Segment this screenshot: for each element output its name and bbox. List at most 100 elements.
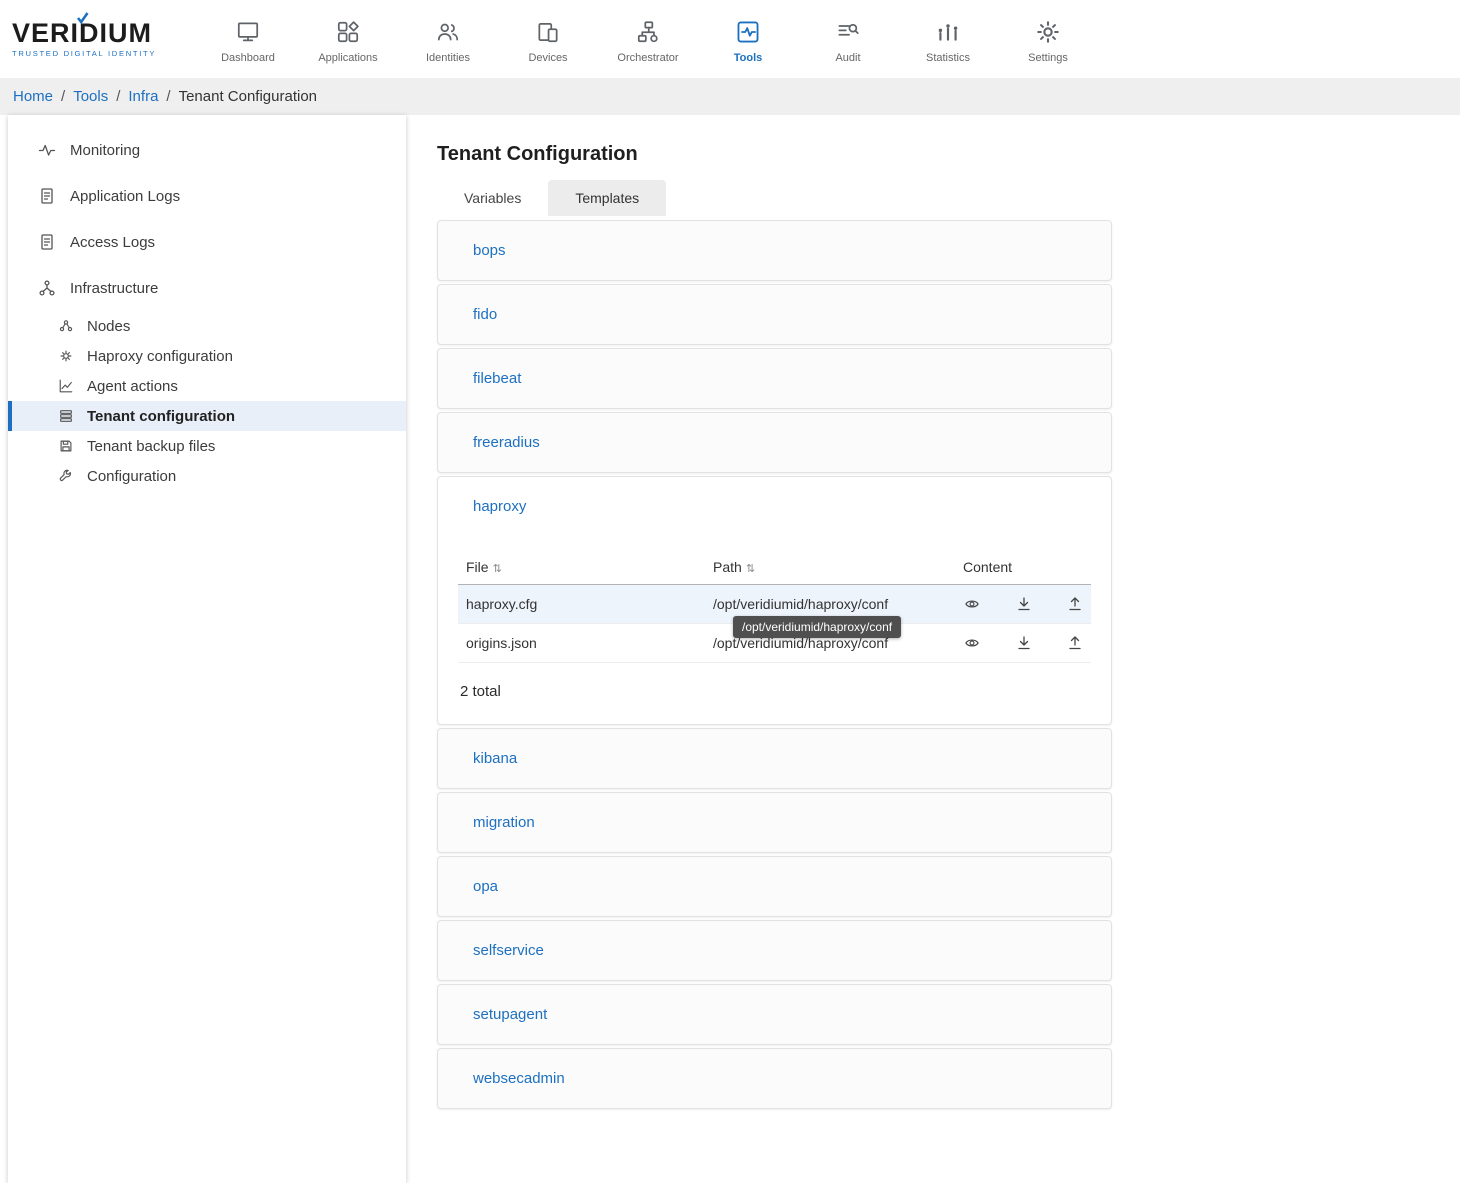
nav-item-statistics[interactable]: Statistics [898,15,998,64]
applications-icon [335,19,361,45]
sidebar-item-label: Tenant backup files [87,438,215,455]
accordion-header-haproxy[interactable]: haproxy [438,477,1111,536]
main-content: Tenant Configuration Variables Templates… [437,115,1460,1183]
download-icon[interactable] [1016,635,1032,651]
upload-icon[interactable] [1067,635,1083,651]
nav-item-applications[interactable]: Applications [298,15,398,64]
table-header-row: File ⇅ Path ⇅ Content [458,550,1091,585]
veridium-logo[interactable]: VERIDIUM TRUSTED DIGITAL IDENTITY [12,20,190,58]
accordion-header-setupagent[interactable]: setupagent [438,985,1111,1044]
nav-item-label: Settings [1028,52,1068,64]
sidebar-item-monitoring[interactable]: Monitoring [8,127,406,173]
haproxy-files-table: File ⇅ Path ⇅ Content [458,550,1091,663]
accordion-header-freeradius[interactable]: freeradius [438,413,1111,472]
templates-accordion: bops fido filebeat freeradius haproxy [437,220,1112,1109]
access-logs-icon [38,233,56,251]
accordion-panel-haproxy: haproxy File ⇅ Path ⇅ [437,476,1112,725]
nav-item-dashboard[interactable]: Dashboard [198,15,298,64]
accordion-panel-fido: fido [437,284,1112,345]
orchestrator-icon [635,19,661,45]
brand-name: VERIDIUM [12,20,190,47]
devices-icon [535,19,561,45]
sidebar-item-tenant-backup-files[interactable]: Tenant backup files [8,431,406,461]
breadcrumb: Home / Tools / Infra / Tenant Configurat… [0,78,1460,115]
upload-icon[interactable] [1067,596,1083,612]
accordion-header-websecadmin[interactable]: websecadmin [438,1049,1111,1108]
column-header-path[interactable]: Path ⇅ [705,550,955,585]
sidebar-item-nodes[interactable]: Nodes [8,311,406,341]
breadcrumb-tools-link[interactable]: Tools [73,88,108,105]
tab-templates[interactable]: Templates [548,180,666,216]
sidebar-item-application-logs[interactable]: Application Logs [8,173,406,219]
top-navigation: VERIDIUM TRUSTED DIGITAL IDENTITY Dashbo… [0,0,1460,78]
tools-icon [735,19,761,45]
identities-icon [435,19,461,45]
sidebar-item-label: Configuration [87,468,176,485]
accordion-header-fido[interactable]: fido [438,285,1111,344]
nav-item-label: Tools [734,52,763,64]
sidebar-item-label: Tenant configuration [87,408,235,425]
sort-icon[interactable]: ⇅ [746,563,755,575]
tenant-backup-files-icon [57,438,75,454]
dashboard-icon [235,19,261,45]
statistics-icon [935,19,961,45]
column-header-file[interactable]: File ⇅ [458,550,705,585]
nav-item-label: Applications [318,52,377,64]
path-tooltip: /opt/veridiumid/haproxy/conf [733,616,901,638]
nav-item-settings[interactable]: Settings [998,15,1098,64]
view-content-icon[interactable] [963,636,981,650]
sidebar-item-label: Nodes [87,318,130,335]
nav-item-label: Devices [528,52,567,64]
nav-item-label: Orchestrator [617,52,678,64]
sidebar-item-agent-actions[interactable]: Agent actions [8,371,406,401]
nav-item-identities[interactable]: Identities [398,15,498,64]
sidebar-item-tenant-configuration[interactable]: Tenant configuration [8,401,406,431]
nav-item-tools[interactable]: Tools [698,15,798,64]
nav-item-audit[interactable]: Audit [798,15,898,64]
nav-item-label: Dashboard [221,52,275,64]
accordion-header-kibana[interactable]: kibana [438,729,1111,788]
sort-icon[interactable]: ⇅ [493,563,502,575]
accordion-panel-opa: opa [437,856,1112,917]
accordion-panel-migration: migration [437,792,1112,853]
column-header-content: Content [955,550,1091,585]
nav-items: Dashboard Applications Identities Device… [198,15,1098,64]
veridium-logo-check-icon [76,12,89,30]
download-icon[interactable] [1016,596,1032,612]
nav-item-label: Statistics [926,52,970,64]
page-title: Tenant Configuration [437,143,1460,166]
sidebar-item-configuration[interactable]: Configuration [8,461,406,491]
nav-item-label: Audit [835,52,860,64]
column-header-label: Content [963,559,1012,575]
sidebar-item-haproxy-configuration[interactable]: Haproxy configuration [8,341,406,371]
view-content-icon[interactable] [963,597,981,611]
sidebar-item-access-logs[interactable]: Access Logs [8,219,406,265]
sidebar-item-label: Access Logs [70,234,155,251]
nav-item-orchestrator[interactable]: Orchestrator [598,15,698,64]
nav-item-devices[interactable]: Devices [498,15,598,64]
sidebar-item-label: Agent actions [87,378,178,395]
sidebar-item-label: Infrastructure [70,280,158,297]
haproxy-panel-body: File ⇅ Path ⇅ Content [438,536,1111,724]
sidebar-item-infrastructure[interactable]: Infrastructure [8,265,406,311]
page-body: Monitoring Application Logs Access Logs … [0,115,1460,1183]
breadcrumb-current: Tenant Configuration [179,88,317,105]
column-header-label: Path [713,559,742,575]
breadcrumb-home-link[interactable]: Home [13,88,53,105]
column-header-label: File [466,559,489,575]
accordion-panel-bops: bops [437,220,1112,281]
tab-bar: Variables Templates [437,180,1460,216]
breadcrumb-infra-link[interactable]: Infra [128,88,158,105]
settings-icon [1035,19,1061,45]
brand-tagline: TRUSTED DIGITAL IDENTITY [12,49,190,58]
agent-actions-icon [57,378,75,394]
sidebar-item-label: Monitoring [70,142,140,159]
accordion-header-bops[interactable]: bops [438,221,1111,280]
haproxy-configuration-icon [57,348,75,364]
tab-variables[interactable]: Variables [437,180,548,216]
accordion-header-migration[interactable]: migration [438,793,1111,852]
accordion-header-filebeat[interactable]: filebeat [438,349,1111,408]
sidebar-item-label: Haproxy configuration [87,348,233,365]
accordion-header-selfservice[interactable]: selfservice [438,921,1111,980]
accordion-header-opa[interactable]: opa [438,857,1111,916]
